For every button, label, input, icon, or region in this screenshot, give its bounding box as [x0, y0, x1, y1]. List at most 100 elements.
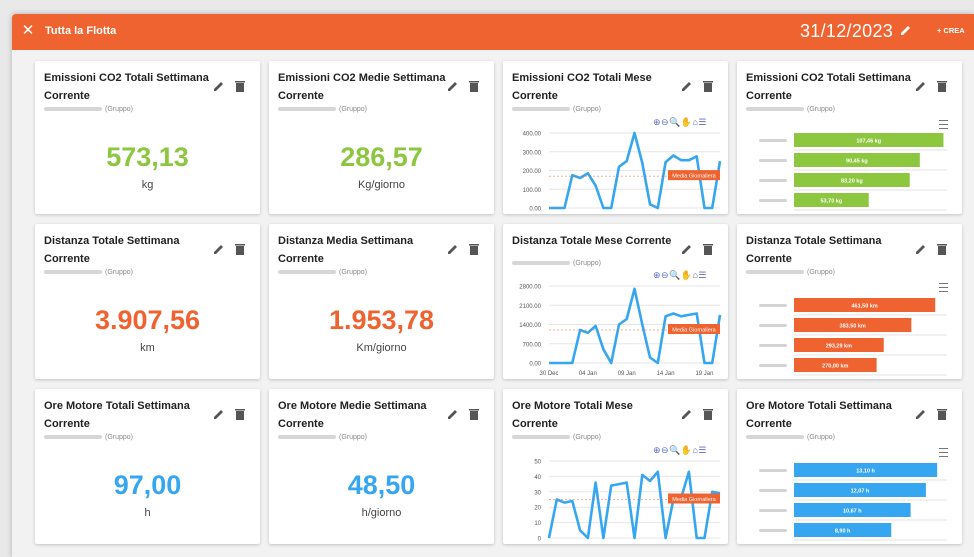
edit-icon[interactable]: [681, 408, 693, 420]
edit-icon[interactable]: [681, 80, 693, 92]
group-label: (Gruppo): [44, 434, 133, 441]
delete-icon[interactable]: [469, 243, 479, 255]
edit-icon[interactable]: [915, 408, 927, 420]
metric-unit: h: [144, 507, 151, 519]
category-label-placeholder: [759, 509, 787, 512]
fleet-title: Tutta la Flotta: [45, 25, 117, 37]
card-title: Emissioni CO2 Totali Settimana Corrente: [746, 72, 911, 102]
y-tick-label: 40: [534, 475, 541, 481]
bar-chart: 107,46 kg 90,45 kg 83,20 kg 53,70 kg: [759, 133, 947, 211]
metric-unit: km: [140, 342, 155, 354]
bar-label: 8,90 h: [835, 529, 851, 535]
edit-icon[interactable]: [447, 243, 459, 255]
bar-chart: 461,50 km 383,50 km 293,29 km 270,00 km: [759, 298, 947, 376]
card-title: Ore Motore Totali Settimana Corrente: [44, 400, 190, 430]
menu-icon[interactable]: [939, 448, 948, 457]
card-engine-hours-weekly-total: Ore Motore Totali Settimana Corrente (Gr…: [35, 389, 260, 544]
card-title: Distanza Media Settimana Corrente: [278, 235, 414, 265]
category-label-placeholder: [759, 199, 787, 202]
card-title: Emissioni CO2 Medie Settimana Corrente: [278, 72, 446, 102]
bar-label: 13,10 h: [856, 469, 875, 475]
card-co2-weekly-total: Emissioni CO2 Totali Settimana Corrente …: [35, 61, 260, 214]
y-tick-label: 300.00: [523, 150, 542, 156]
edit-icon[interactable]: [915, 243, 927, 255]
metric-unit: kg: [141, 179, 154, 191]
y-tick-label: 50: [534, 460, 541, 466]
metric-value: 48,50: [347, 470, 416, 500]
edit-icon[interactable]: [681, 243, 693, 255]
delete-icon[interactable]: [937, 243, 947, 255]
delete-icon[interactable]: [703, 243, 713, 255]
group-label: (Gruppo): [746, 434, 835, 441]
delete-icon[interactable]: [469, 408, 479, 420]
card-distance-weekly-total: Distanza Totale Settimana Corrente (Grup…: [35, 224, 260, 379]
card-title: Ore Motore Totali Settimana Corrente: [746, 400, 892, 430]
category-label-placeholder: [759, 304, 787, 307]
card-title: Emissioni CO2 Totali Mese Corrente: [512, 72, 652, 102]
group-label: (Gruppo): [512, 106, 601, 113]
menu-icon[interactable]: [939, 120, 948, 129]
x-tick-label: 19 Jan: [695, 371, 713, 377]
category-label-placeholder: [759, 529, 787, 532]
y-tick-label: 200.00: [523, 169, 542, 175]
x-tick-label: 09 Jan: [618, 371, 636, 377]
card-title: Distanza Totale Mese Corrente: [512, 235, 672, 247]
edit-date-icon[interactable]: [899, 23, 913, 37]
card-distance-monthly-total: Distanza Totale Mese Corrente (Gruppo) ⊕…: [503, 224, 728, 379]
bar-label: 12,07 h: [851, 489, 870, 495]
edit-icon[interactable]: [213, 408, 225, 420]
bar-chart: 13,10 h 12,07 h 10,67 h 8,90 h: [759, 463, 947, 541]
y-tick-label: 30: [534, 490, 541, 496]
card-co2-monthly-total: Emissioni CO2 Totali Mese Corrente (Grup…: [503, 61, 728, 214]
category-label-placeholder: [759, 324, 787, 327]
edit-icon[interactable]: [915, 80, 927, 92]
create-button[interactable]: + CREA: [937, 26, 965, 35]
metric-value: 3.907,56: [94, 305, 201, 335]
group-label: (Gruppo): [278, 269, 367, 276]
date-display[interactable]: 31/12/2023: [800, 21, 893, 42]
delete-icon[interactable]: [937, 80, 947, 92]
edit-icon[interactable]: [213, 243, 225, 255]
group-label: (Gruppo): [278, 106, 367, 113]
menu-icon[interactable]: [939, 283, 948, 292]
category-label-placeholder: [759, 344, 787, 347]
edit-icon[interactable]: [447, 408, 459, 420]
delete-icon[interactable]: [703, 408, 713, 420]
y-tick-label: 2800.00: [519, 285, 541, 291]
category-label-placeholder: [759, 364, 787, 367]
y-tick-label: 20: [534, 506, 541, 512]
category-label-placeholder: [759, 489, 787, 492]
category-label-placeholder: [759, 159, 787, 162]
edit-icon[interactable]: [213, 80, 225, 92]
bar-label: 10,67 h: [843, 509, 862, 515]
category-label-placeholder: [759, 139, 787, 142]
top-bar: ✕ Tutta la Flotta 31/12/2023 + CREA: [12, 14, 974, 50]
delete-icon[interactable]: [937, 408, 947, 420]
delete-icon[interactable]: [703, 80, 713, 92]
bar-label: 383,50 km: [840, 324, 866, 330]
y-tick-label: 0: [538, 537, 542, 543]
line-chart: 2800.00 2100.00 1400.00 700.00 0.00 30 Dec 04 …: [519, 285, 722, 377]
edit-icon[interactable]: [447, 80, 459, 92]
group-label: (Gruppo): [278, 434, 367, 441]
bar-label: 461,50 km: [851, 304, 877, 310]
x-tick-label: 14 Jan: [657, 371, 675, 377]
delete-icon[interactable]: [235, 80, 245, 92]
card-title: Ore Motore Totali Mese Corrente: [512, 400, 633, 430]
card-title: Distanza Totale Settimana Corrente: [44, 235, 180, 265]
delete-icon[interactable]: [235, 408, 245, 420]
group-label: (Gruppo): [512, 434, 601, 441]
card-distance-weekly-by-vehicle: Distanza Totale Settimana Corrente (Grup…: [737, 224, 962, 379]
close-icon[interactable]: ✕: [20, 23, 36, 39]
x-tick-label: 30 Dec: [539, 371, 558, 377]
y-tick-label: 700.00: [523, 342, 542, 348]
metric-unit: Kg/giorno: [357, 179, 406, 191]
metric-value: 97,00: [113, 470, 182, 500]
group-label: (Gruppo): [44, 106, 133, 113]
group-label: (Gruppo): [44, 269, 133, 276]
bar-label: 83,20 kg: [841, 179, 863, 185]
delete-icon[interactable]: [469, 80, 479, 92]
delete-icon[interactable]: [235, 243, 245, 255]
group-label: (Gruppo): [512, 260, 601, 267]
series-line: [547, 470, 721, 540]
